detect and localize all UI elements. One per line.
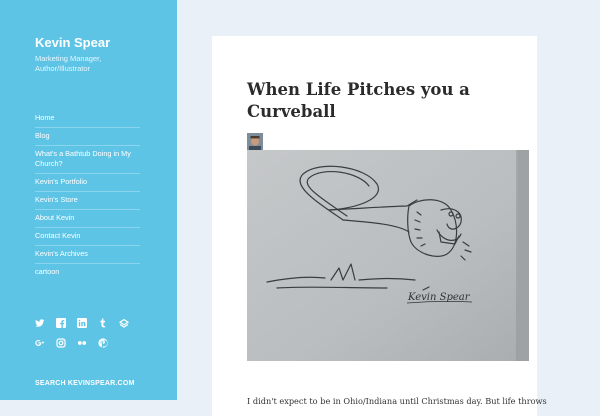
post-excerpt: I didn't expect to be in Ohio/Indiana un… [247, 396, 547, 407]
nav-item-archives[interactable]: Kevin's Archives [35, 246, 140, 264]
social-links-row-1 [35, 314, 140, 332]
facebook-icon[interactable] [56, 317, 66, 328]
sidebar: Kevin Spear Marketing Manager, Author/Il… [0, 0, 177, 400]
nav-item-store[interactable]: Kevin's Store [35, 192, 140, 210]
post-image-curveball-cartoon: Kevin Spear [247, 150, 529, 361]
post-title[interactable]: When Life Pitches you a Curveball [247, 79, 527, 123]
nav-item-home[interactable]: Home [35, 110, 140, 128]
nav-item-bathtub-book[interactable]: What's a Bathtub Doing in My Church? [35, 146, 140, 174]
google-plus-icon[interactable] [35, 338, 45, 348]
nav-item-cartoon[interactable]: cartoon [35, 264, 140, 281]
site-title[interactable]: Kevin Spear [35, 35, 110, 50]
pinterest-icon[interactable] [98, 338, 108, 348]
author-avatar[interactable] [247, 133, 263, 150]
post-card: When Life Pitches you a Curveball Kevin … [212, 36, 547, 416]
nav-item-contact[interactable]: Contact Kevin [35, 228, 140, 246]
twitter-icon[interactable] [35, 318, 45, 328]
nav-item-about[interactable]: About Kevin [35, 210, 140, 228]
feed-icon[interactable] [119, 318, 129, 328]
main-navigation: Home Blog What's a Bathtub Doing in My C… [35, 110, 140, 281]
flickr-icon[interactable] [77, 338, 87, 348]
search-toggle[interactable]: SEARCH KEVINSPEAR.COM [35, 380, 135, 387]
nav-item-portfolio[interactable]: Kevin's Portfolio [35, 174, 140, 192]
linkedin-icon[interactable] [77, 317, 87, 328]
social-links-row-2 [35, 334, 119, 352]
site-description: Marketing Manager, Author/Illustrator [35, 54, 102, 73]
nav-item-blog[interactable]: Blog [35, 128, 140, 146]
tumblr-icon[interactable] [98, 318, 108, 328]
instagram-icon[interactable] [56, 338, 66, 348]
